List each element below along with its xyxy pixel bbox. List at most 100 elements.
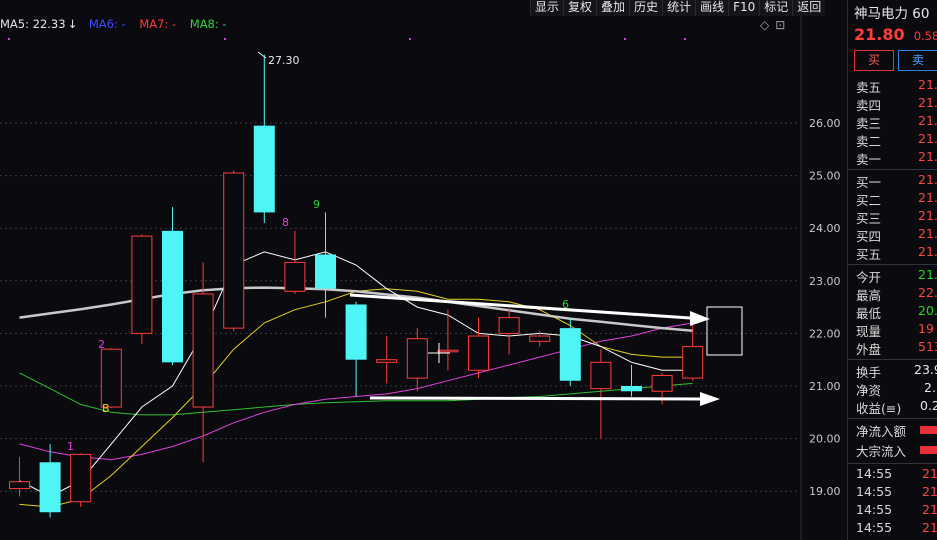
y-axis-tick-label: 21.00 (809, 380, 841, 393)
ma7-label: MA7: - (139, 17, 177, 31)
tick-row: 14:55 21 (848, 484, 937, 502)
order-book-value: 21. (918, 77, 937, 92)
y-axis-tick-label: 23.00 (809, 275, 841, 288)
y-axis-tick-label: 25.00 (809, 170, 841, 183)
toolbar-mark-button[interactable]: 标记 (759, 0, 792, 16)
kline-chart[interactable]: 26.00 25.00 24.00 23.00 22.00 21.00 20.00 19.00… (0, 0, 845, 540)
candle-body (437, 349, 459, 353)
toolbar-back-button[interactable]: 返回 (792, 0, 825, 16)
divider (848, 463, 937, 464)
divider (848, 418, 937, 419)
candle-body (621, 386, 642, 392)
candle-body (131, 235, 153, 334)
candle-body (39, 462, 61, 513)
stat-value: 21. (918, 267, 937, 282)
stat-value: 513 (918, 339, 937, 354)
candle-body (376, 359, 398, 363)
ma5-arrow-icon: ↓ (67, 17, 78, 31)
marker-dot (409, 38, 411, 40)
signal-label-8: 8 (282, 216, 289, 229)
order-book-value: 21. (918, 244, 937, 259)
order-book-label: 买二 (856, 193, 882, 208)
tick-time: 14:55 (856, 502, 893, 517)
candle-body (345, 304, 367, 360)
ma5-label: MA5: 22.33 (0, 17, 66, 31)
stat-label: 净资 (856, 383, 882, 398)
order-book-label: 买四 (856, 229, 882, 244)
order-book-row: 卖二 21. (848, 131, 937, 149)
order-book-label: 买三 (856, 211, 882, 226)
quote-sidebar: 神马电力 60 21.80 0.58 买 卖 卖五 21. 卖四 21. 卖三 21.… (847, 0, 937, 540)
stat-row: 净资 2. (848, 380, 937, 398)
toolbar-history-button[interactable]: 历史 (629, 0, 662, 16)
kline-chart-area[interactable]: 26.00 25.00 24.00 23.00 22.00 21.00 20.00 19.00… (0, 0, 845, 540)
tick-value: 21 (922, 484, 937, 499)
order-book-row: 买五 21. (848, 244, 937, 262)
stat-row: 今开 21. (848, 267, 937, 285)
stat-label: 收益(≡) (856, 401, 902, 416)
order-book-value: 21. (918, 208, 937, 223)
candle-body (406, 338, 428, 379)
order-book-row: 买三 21. (848, 208, 937, 226)
chart-toolbar: 显示 复权 叠加 历史 统计 画线 F10 标记 返回 (530, 0, 826, 16)
tick-time: 14:55 (856, 520, 893, 535)
price-row: 21.80 0.58 (848, 22, 937, 47)
y-axis-tick-label: 26.00 (809, 117, 841, 130)
order-book-row: 卖五 21. (848, 77, 937, 95)
toolbar-f10-button[interactable]: F10 (728, 0, 759, 16)
candle-body (529, 335, 551, 342)
price-change: 0.58 (913, 29, 937, 43)
toolbar-draw-button[interactable]: 画线 (695, 0, 728, 16)
order-book: 卖五 21. 卖四 21. 卖三 21. 卖二 21. 卖一 21. 买一 21. 买二 21… (848, 77, 937, 538)
stat-row: 现量 19 (848, 321, 937, 339)
candle-body (70, 453, 92, 503)
sell-button[interactable]: 卖 (898, 50, 937, 71)
candle-body (498, 317, 520, 334)
buy-button[interactable]: 买 (854, 50, 894, 71)
trend-arrow-upper-line (349, 293, 691, 320)
order-book-label: 卖五 (856, 80, 882, 95)
tick-row: 14:55 21 (848, 466, 937, 484)
candle-body (559, 328, 581, 381)
candle-body (590, 361, 612, 390)
flow-bar (920, 426, 937, 434)
order-book-row: 买四 21. (848, 226, 937, 244)
divider (848, 264, 937, 265)
stat-value: 2. (924, 380, 936, 395)
candle-body (9, 481, 30, 490)
tick-value: 21 (922, 466, 937, 481)
marker-dot (684, 38, 686, 40)
chart-corner-icons: ◇ ⊡ (760, 18, 791, 32)
candle-body (100, 348, 122, 408)
signal-label-b: B (102, 402, 110, 415)
signal-label-9: 9 (313, 198, 320, 211)
stat-label: 外盘 (856, 342, 882, 357)
candle-body (468, 335, 489, 371)
order-book-label: 买一 (856, 175, 882, 190)
order-book-value: 21. (918, 95, 937, 110)
order-book-value: 21. (918, 113, 937, 128)
order-book-row: 买一 21. (848, 172, 937, 190)
flow-bar (920, 446, 937, 454)
diamond-icon[interactable]: ◇ (760, 18, 769, 32)
order-book-label: 卖三 (856, 116, 882, 131)
toolbar-overlay-button[interactable]: 叠加 (596, 0, 629, 16)
order-book-value: 21. (918, 172, 937, 187)
y-axis-tick-label: 22.00 (809, 327, 841, 340)
order-book-row: 卖一 21. (848, 149, 937, 167)
order-book-row: 卖四 21. (848, 95, 937, 113)
toolbar-stats-button[interactable]: 统计 (662, 0, 695, 16)
order-book-label: 买五 (856, 247, 882, 262)
signal-label-2: 2 (98, 338, 105, 351)
order-book-value: 21. (918, 190, 937, 205)
flow-label: 净流入额 (856, 424, 907, 439)
collapse-icon[interactable]: ⊡ (775, 18, 785, 32)
stat-value: 22. (918, 285, 937, 300)
stat-row: 换手 23.92 (848, 362, 937, 380)
candle-body (253, 125, 275, 213)
toolbar-adjust-button[interactable]: 复权 (563, 0, 596, 16)
candle-body (162, 230, 183, 363)
toolbar-display-button[interactable]: 显示 (530, 0, 563, 16)
tick-time: 14:55 (856, 484, 893, 499)
marker-dot (224, 38, 226, 40)
